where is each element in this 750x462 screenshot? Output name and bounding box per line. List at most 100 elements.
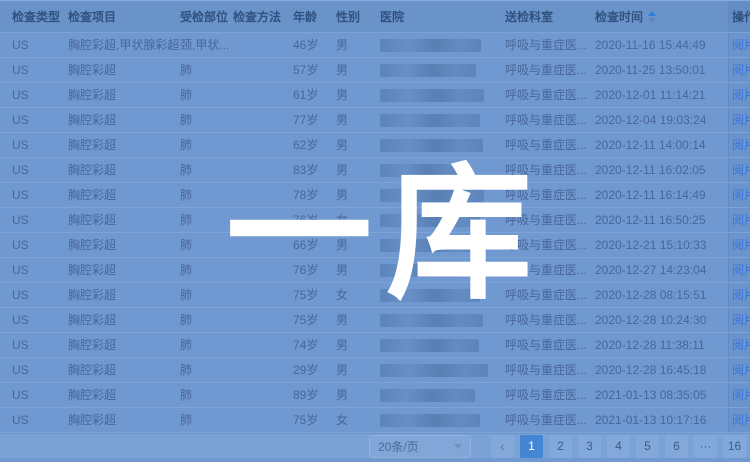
cell-type: US	[12, 158, 68, 182]
table-row: US胸腔彩超肺75岁女呼吸与重症医...2021-01-13 10:17:16阅…	[0, 408, 750, 433]
cell-time: 2020-12-21 15:10:33	[595, 233, 728, 257]
cell-type: US	[12, 208, 68, 232]
view-film-link[interactable]: 阅片	[732, 83, 750, 107]
cell-time: 2020-12-11 14:00:14	[595, 133, 728, 157]
cell-item: 胸腔彩超	[68, 333, 180, 357]
cell-gender: 女	[336, 208, 380, 232]
cell-dept: 呼吸与重症医...	[505, 183, 595, 207]
cell-age: 75岁	[293, 308, 336, 332]
cell-dept: 呼吸与重症医...	[505, 308, 595, 332]
table-body: US胸腔彩超,甲状腺彩超颈,甲状...46岁男呼吸与重症医...2020-11-…	[0, 33, 750, 433]
view-film-link[interactable]: 阅片	[732, 308, 750, 332]
column-label: 检查时间	[595, 8, 643, 25]
cell-time: 2020-12-04 19:03:24	[595, 108, 728, 132]
view-film-link[interactable]: 阅片	[732, 158, 750, 182]
cell-action: 阅片	[728, 33, 750, 57]
column-label: 年龄	[293, 8, 317, 25]
view-film-link[interactable]: 阅片	[732, 233, 750, 257]
cell-method	[233, 233, 293, 257]
cell-type: US	[12, 108, 68, 132]
column-label: 送检科室	[505, 8, 553, 25]
hospital-redacted-blur	[380, 314, 483, 327]
cell-method	[233, 33, 293, 57]
view-film-link[interactable]: 阅片	[732, 133, 750, 157]
table-row: US胸腔彩超肺89岁男呼吸与重症医...2021-01-13 08:35:05阅…	[0, 383, 750, 408]
cell-part: 肺	[180, 333, 233, 357]
view-film-link[interactable]: 阅片	[732, 383, 750, 407]
table-row: US胸腔彩超肺83岁男呼吸与重症医...2020-12-11 16:02:05阅…	[0, 158, 750, 183]
view-film-link[interactable]: 阅片	[732, 333, 750, 357]
page-button-3[interactable]: 3	[578, 435, 601, 458]
cell-time: 2020-12-28 10:24:30	[595, 308, 728, 332]
cell-dept: 呼吸与重症医...	[505, 358, 595, 382]
cell-type: US	[12, 58, 68, 82]
sort-caret-icon[interactable]	[648, 11, 656, 23]
page-button-16[interactable]: 16	[723, 435, 746, 458]
cell-type: US	[12, 83, 68, 107]
prev-page-button[interactable]: ‹	[491, 435, 514, 458]
cell-method	[233, 158, 293, 182]
cell-dept: 呼吸与重症医...	[505, 108, 595, 132]
cell-age: 78岁	[293, 183, 336, 207]
view-film-link[interactable]: 阅片	[732, 258, 750, 282]
cell-gender: 男	[336, 108, 380, 132]
view-film-link[interactable]: 阅片	[732, 208, 750, 232]
cell-time: 2021-01-13 08:35:05	[595, 383, 728, 407]
caret-up-icon[interactable]	[648, 11, 656, 16]
hospital-redacted-blur	[380, 164, 468, 177]
view-film-link[interactable]: 阅片	[732, 283, 750, 307]
exam-list-page: 检查类型检查项目受检部位检查方法年龄性别医院送检科室检查时间操作 US胸腔彩超,…	[0, 0, 750, 462]
cell-item: 胸腔彩超	[68, 408, 180, 432]
cell-action: 阅片	[728, 183, 750, 207]
cell-hospital	[380, 408, 505, 432]
view-film-link[interactable]: 阅片	[732, 58, 750, 82]
cell-action: 阅片	[728, 308, 750, 332]
column-header-time[interactable]: 检查时间	[595, 1, 728, 32]
cell-hospital	[380, 108, 505, 132]
table-row: US胸腔彩超肺29岁男呼吸与重症医...2020-12-28 16:45:18阅…	[0, 358, 750, 383]
cell-dept: 呼吸与重症医...	[505, 383, 595, 407]
view-film-link[interactable]: 阅片	[732, 358, 750, 382]
cell-part: 肺	[180, 308, 233, 332]
cell-age: 77岁	[293, 108, 336, 132]
cell-gender: 男	[336, 83, 380, 107]
pager-more-button[interactable]: ···	[694, 435, 717, 458]
caret-down-icon[interactable]	[648, 18, 656, 23]
cell-age: 61岁	[293, 83, 336, 107]
cell-item: 胸腔彩超	[68, 183, 180, 207]
page-button-1[interactable]: 1	[520, 435, 543, 458]
exam-table: 检查类型检查项目受检部位检查方法年龄性别医院送检科室检查时间操作 US胸腔彩超,…	[0, 0, 750, 433]
cell-type: US	[12, 383, 68, 407]
table-header-row: 检查类型检查项目受检部位检查方法年龄性别医院送检科室检查时间操作	[0, 0, 750, 33]
cell-action: 阅片	[728, 58, 750, 82]
cell-part: 肺	[180, 183, 233, 207]
view-film-link[interactable]: 阅片	[732, 408, 750, 432]
page-button-5[interactable]: 5	[636, 435, 659, 458]
cell-type: US	[12, 283, 68, 307]
hospital-redacted-blur	[380, 239, 477, 252]
cell-item: 胸腔彩超	[68, 358, 180, 382]
pager-pages: 123456 ··· 16	[514, 435, 746, 458]
cell-dept: 呼吸与重症医...	[505, 408, 595, 432]
cell-hospital	[380, 158, 505, 182]
page-button-4[interactable]: 4	[607, 435, 630, 458]
cell-time: 2020-11-25 13:50:01	[595, 58, 728, 82]
page-button-6[interactable]: 6	[665, 435, 688, 458]
view-film-link[interactable]: 阅片	[732, 108, 750, 132]
cell-age: 57岁	[293, 58, 336, 82]
cell-action: 阅片	[728, 158, 750, 182]
cell-item: 胸腔彩超	[68, 283, 180, 307]
view-film-link[interactable]: 阅片	[732, 183, 750, 207]
cell-part: 肺	[180, 233, 233, 257]
cell-time: 2020-12-11 16:50:25	[595, 208, 728, 232]
cell-hospital	[380, 83, 505, 107]
cell-gender: 男	[336, 33, 380, 57]
table-row: US胸腔彩超肺75岁女呼吸与重症医...2020-12-28 08:15:51阅…	[0, 283, 750, 308]
page-button-2[interactable]: 2	[549, 435, 572, 458]
cell-age: 29岁	[293, 358, 336, 382]
page-size-select[interactable]: 20条/页	[369, 435, 471, 458]
view-film-link[interactable]: 阅片	[732, 33, 750, 57]
table-row: US胸腔彩超肺62岁男呼吸与重症医...2020-12-11 14:00:14阅…	[0, 133, 750, 158]
cell-gender: 男	[336, 233, 380, 257]
cell-gender: 女	[336, 408, 380, 432]
